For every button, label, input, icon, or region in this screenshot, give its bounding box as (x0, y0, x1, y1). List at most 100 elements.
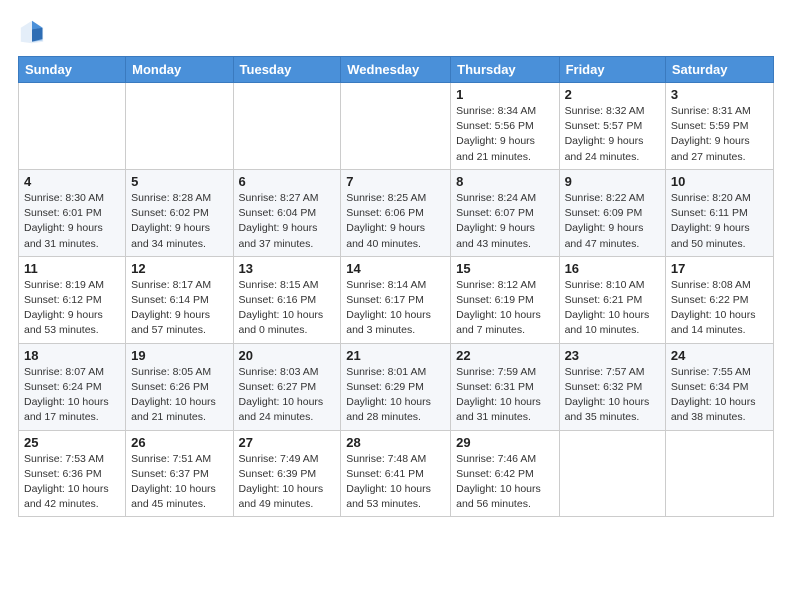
day-info: Sunrise: 8:28 AM Sunset: 6:02 PM Dayligh… (131, 191, 227, 252)
calendar-cell: 4 Sunrise: 8:30 AM Sunset: 6:01 PM Daylig… (19, 169, 126, 256)
calendar-cell: 8 Sunrise: 8:24 AM Sunset: 6:07 PM Daylig… (451, 169, 559, 256)
day-info: Sunrise: 8:14 AM Sunset: 6:17 PM Dayligh… (346, 278, 445, 339)
day-number: 6 (239, 174, 336, 189)
day-header-saturday: Saturday (665, 57, 773, 83)
calendar-cell: 3 Sunrise: 8:31 AM Sunset: 5:59 PM Daylig… (665, 83, 773, 170)
calendar-week-5: 25 Sunrise: 7:53 AM Sunset: 6:36 PM Dayli… (19, 430, 774, 517)
day-info: Sunrise: 8:12 AM Sunset: 6:19 PM Dayligh… (456, 278, 553, 339)
day-info: Sunrise: 8:01 AM Sunset: 6:29 PM Dayligh… (346, 365, 445, 426)
day-info: Sunrise: 7:55 AM Sunset: 6:34 PM Dayligh… (671, 365, 768, 426)
day-info: Sunrise: 8:08 AM Sunset: 6:22 PM Dayligh… (671, 278, 768, 339)
day-number: 22 (456, 348, 553, 363)
day-number: 27 (239, 435, 336, 450)
day-info: Sunrise: 8:25 AM Sunset: 6:06 PM Dayligh… (346, 191, 445, 252)
calendar-cell: 29 Sunrise: 7:46 AM Sunset: 6:42 PM Dayli… (451, 430, 559, 517)
day-info: Sunrise: 7:48 AM Sunset: 6:41 PM Dayligh… (346, 452, 445, 513)
calendar-week-4: 18 Sunrise: 8:07 AM Sunset: 6:24 PM Dayli… (19, 343, 774, 430)
calendar-cell: 17 Sunrise: 8:08 AM Sunset: 6:22 PM Dayli… (665, 256, 773, 343)
calendar-cell: 16 Sunrise: 8:10 AM Sunset: 6:21 PM Dayli… (559, 256, 665, 343)
calendar-cell (665, 430, 773, 517)
calendar-cell: 18 Sunrise: 8:07 AM Sunset: 6:24 PM Dayli… (19, 343, 126, 430)
day-number: 1 (456, 87, 553, 102)
day-number: 2 (565, 87, 660, 102)
calendar-cell: 24Sunrise: 7:55 AM Sunset: 6:34 PM Dayli… (665, 343, 773, 430)
day-number: 18 (24, 348, 120, 363)
day-number: 9 (565, 174, 660, 189)
calendar-cell (126, 83, 233, 170)
day-number: 5 (131, 174, 227, 189)
day-info: Sunrise: 8:03 AM Sunset: 6:27 PM Dayligh… (239, 365, 336, 426)
page: SundayMondayTuesdayWednesdayThursdayFrid… (0, 0, 792, 529)
calendar-cell: 26Sunrise: 7:51 AM Sunset: 6:37 PM Dayli… (126, 430, 233, 517)
day-number: 28 (346, 435, 445, 450)
day-info: Sunrise: 8:15 AM Sunset: 6:16 PM Dayligh… (239, 278, 336, 339)
calendar-cell: 21 Sunrise: 8:01 AM Sunset: 6:29 PM Dayli… (341, 343, 451, 430)
calendar-week-1: 1 Sunrise: 8:34 AM Sunset: 5:56 PM Daylig… (19, 83, 774, 170)
calendar-header-row: SundayMondayTuesdayWednesdayThursdayFrid… (19, 57, 774, 83)
logo (18, 18, 50, 46)
calendar-cell: 20 Sunrise: 8:03 AM Sunset: 6:27 PM Dayli… (233, 343, 341, 430)
day-number: 21 (346, 348, 445, 363)
day-header-friday: Friday (559, 57, 665, 83)
day-info: Sunrise: 8:20 AM Sunset: 6:11 PM Dayligh… (671, 191, 768, 252)
day-number: 3 (671, 87, 768, 102)
calendar-week-2: 4 Sunrise: 8:30 AM Sunset: 6:01 PM Daylig… (19, 169, 774, 256)
day-info: Sunrise: 7:49 AM Sunset: 6:39 PM Dayligh… (239, 452, 336, 513)
day-number: 25 (24, 435, 120, 450)
calendar-cell: 7 Sunrise: 8:25 AM Sunset: 6:06 PM Daylig… (341, 169, 451, 256)
day-number: 15 (456, 261, 553, 276)
day-number: 12 (131, 261, 227, 276)
day-info: Sunrise: 7:53 AM Sunset: 6:36 PM Dayligh… (24, 452, 120, 513)
day-info: Sunrise: 8:34 AM Sunset: 5:56 PM Dayligh… (456, 104, 553, 165)
day-number: 8 (456, 174, 553, 189)
calendar-cell: 14 Sunrise: 8:14 AM Sunset: 6:17 PM Dayli… (341, 256, 451, 343)
day-info: Sunrise: 8:24 AM Sunset: 6:07 PM Dayligh… (456, 191, 553, 252)
day-header-tuesday: Tuesday (233, 57, 341, 83)
day-info: Sunrise: 8:07 AM Sunset: 6:24 PM Dayligh… (24, 365, 120, 426)
day-header-wednesday: Wednesday (341, 57, 451, 83)
day-info: Sunrise: 8:05 AM Sunset: 6:26 PM Dayligh… (131, 365, 227, 426)
calendar-cell: 15 Sunrise: 8:12 AM Sunset: 6:19 PM Dayli… (451, 256, 559, 343)
calendar-cell: 27 Sunrise: 7:49 AM Sunset: 6:39 PM Dayli… (233, 430, 341, 517)
calendar-cell: 11 Sunrise: 8:19 AM Sunset: 6:12 PM Dayli… (19, 256, 126, 343)
day-number: 14 (346, 261, 445, 276)
calendar-cell: 2 Sunrise: 8:32 AM Sunset: 5:57 PM Daylig… (559, 83, 665, 170)
day-info: Sunrise: 8:19 AM Sunset: 6:12 PM Dayligh… (24, 278, 120, 339)
day-number: 29 (456, 435, 553, 450)
day-header-monday: Monday (126, 57, 233, 83)
day-number: 20 (239, 348, 336, 363)
calendar-cell (233, 83, 341, 170)
day-info: Sunrise: 8:32 AM Sunset: 5:57 PM Dayligh… (565, 104, 660, 165)
day-info: Sunrise: 8:10 AM Sunset: 6:21 PM Dayligh… (565, 278, 660, 339)
day-info: Sunrise: 7:57 AM Sunset: 6:32 PM Dayligh… (565, 365, 660, 426)
calendar-cell: 23 Sunrise: 7:57 AM Sunset: 6:32 PM Dayli… (559, 343, 665, 430)
day-info: Sunrise: 7:59 AM Sunset: 6:31 PM Dayligh… (456, 365, 553, 426)
calendar-cell: 9 Sunrise: 8:22 AM Sunset: 6:09 PM Daylig… (559, 169, 665, 256)
day-number: 7 (346, 174, 445, 189)
calendar-cell: 28 Sunrise: 7:48 AM Sunset: 6:41 PM Dayli… (341, 430, 451, 517)
day-number: 13 (239, 261, 336, 276)
calendar-cell: 25 Sunrise: 7:53 AM Sunset: 6:36 PM Dayli… (19, 430, 126, 517)
day-number: 19 (131, 348, 227, 363)
day-number: 4 (24, 174, 120, 189)
day-number: 17 (671, 261, 768, 276)
day-info: Sunrise: 7:46 AM Sunset: 6:42 PM Dayligh… (456, 452, 553, 513)
day-info: Sunrise: 8:31 AM Sunset: 5:59 PM Dayligh… (671, 104, 768, 165)
calendar-cell (559, 430, 665, 517)
day-header-sunday: Sunday (19, 57, 126, 83)
calendar-cell: 10 Sunrise: 8:20 AM Sunset: 6:11 PM Dayli… (665, 169, 773, 256)
calendar-cell: 12Sunrise: 8:17 AM Sunset: 6:14 PM Dayli… (126, 256, 233, 343)
day-info: Sunrise: 7:51 AM Sunset: 6:37 PM Dayligh… (131, 452, 227, 513)
day-number: 11 (24, 261, 120, 276)
day-info: Sunrise: 8:30 AM Sunset: 6:01 PM Dayligh… (24, 191, 120, 252)
day-info: Sunrise: 8:22 AM Sunset: 6:09 PM Dayligh… (565, 191, 660, 252)
calendar-cell: 22 Sunrise: 7:59 AM Sunset: 6:31 PM Dayli… (451, 343, 559, 430)
day-number: 23 (565, 348, 660, 363)
day-number: 16 (565, 261, 660, 276)
calendar-cell: 1 Sunrise: 8:34 AM Sunset: 5:56 PM Daylig… (451, 83, 559, 170)
calendar-cell: 6Sunrise: 8:27 AM Sunset: 6:04 PM Daylig… (233, 169, 341, 256)
day-header-thursday: Thursday (451, 57, 559, 83)
calendar-cell: 19 Sunrise: 8:05 AM Sunset: 6:26 PM Dayli… (126, 343, 233, 430)
day-number: 10 (671, 174, 768, 189)
calendar-week-3: 11 Sunrise: 8:19 AM Sunset: 6:12 PM Dayli… (19, 256, 774, 343)
